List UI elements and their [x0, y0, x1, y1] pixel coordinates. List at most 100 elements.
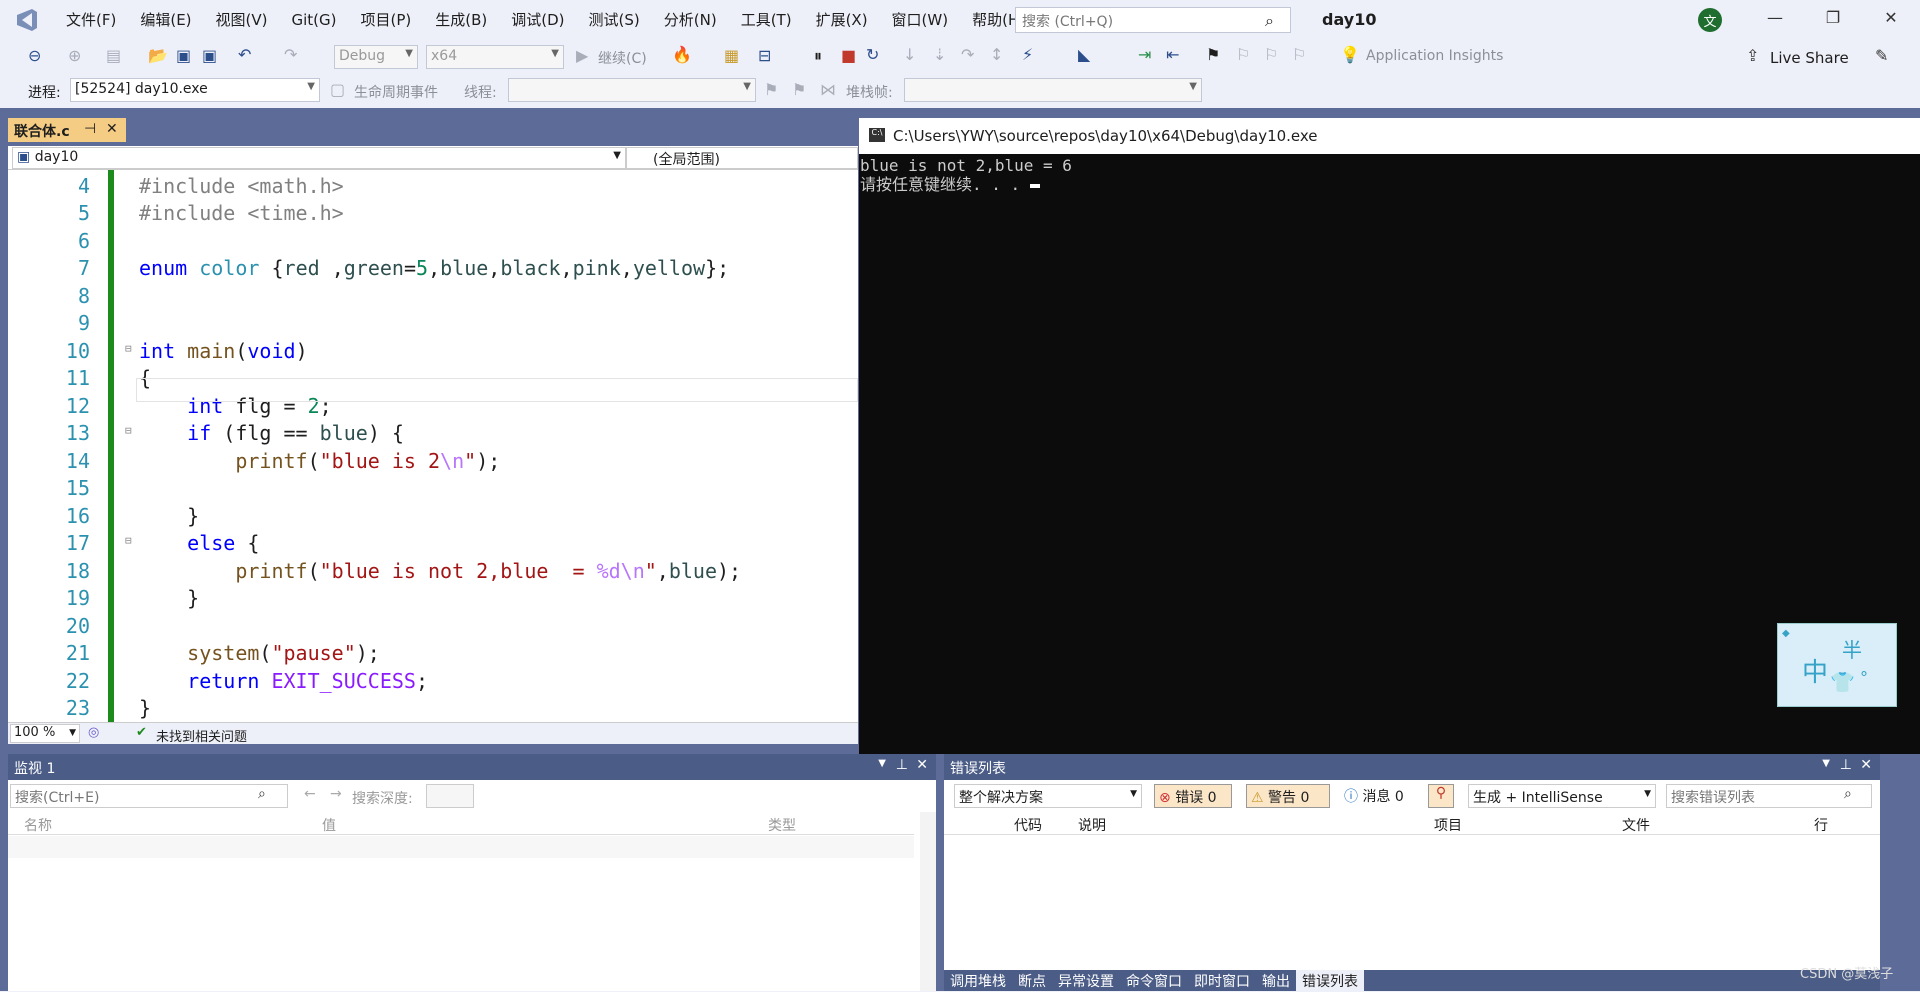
scrollbar[interactable] [920, 812, 936, 991]
console-output[interactable]: blue is not 2,blue = 6 请按任意键继续. . . [859, 154, 1920, 754]
console-window-title[interactable]: C:\ C:\Users\YWY\source\repos\day10\x64\… [859, 118, 1920, 154]
clear-bookmarks-icon[interactable]: ⚐ [1292, 45, 1306, 64]
column-code[interactable]: 代码 [1014, 815, 1042, 835]
prev-bookmark-icon[interactable]: ⚐ [1236, 45, 1250, 64]
stack-frame-select[interactable]: ▼ [904, 78, 1202, 102]
search-icon[interactable]: ⌕ [1265, 11, 1274, 31]
lightbulb-icon[interactable]: 💡 [1340, 45, 1360, 64]
menu-build[interactable]: 生成(B) [423, 0, 499, 40]
filter-icon[interactable]: ⚲ [1428, 784, 1454, 808]
user-avatar[interactable]: 文 [1698, 8, 1722, 32]
menu-edit[interactable]: 编辑(E) [128, 0, 203, 40]
error-source-select[interactable]: 生成 + IntelliSense ▼ [1468, 784, 1656, 808]
diagnostics-icon[interactable]: ⚡ [1022, 45, 1033, 64]
process-select[interactable]: [52524] day10.exe ▼ [70, 78, 320, 102]
menu-test[interactable]: 测试(S) [577, 0, 652, 40]
tab-immediate-window[interactable]: 即时窗口 [1188, 970, 1256, 992]
close-icon[interactable]: ✕ [916, 757, 928, 773]
column-description[interactable]: 说明 [1078, 815, 1106, 835]
configuration-select[interactable]: Debug ▼ [334, 45, 418, 69]
undo-icon[interactable]: ↶ [238, 45, 251, 64]
outdent-icon[interactable]: ⇤ [1166, 45, 1179, 64]
column-value[interactable]: 值 [322, 815, 336, 835]
share-icon[interactable]: ⇪ [1746, 46, 1759, 65]
navigate-back-icon[interactable]: ⊖ [28, 46, 41, 65]
show-next-statement-icon[interactable]: ↕ [990, 45, 1003, 64]
pin-icon[interactable]: ⊥ [1840, 757, 1852, 773]
menu-git[interactable]: Git(G) [280, 0, 349, 40]
tab-exception-settings[interactable]: 异常设置 [1052, 970, 1120, 992]
hot-reload-icon[interactable]: 🔥 [672, 45, 692, 64]
column-type[interactable]: 类型 [768, 815, 796, 835]
indent-icon[interactable]: ⇥ [1138, 45, 1151, 64]
continue-button[interactable]: 继续(C) [598, 48, 647, 68]
step-out-icon[interactable]: ↷ [961, 45, 974, 64]
filter-threads-icon[interactable]: ⚑ [792, 80, 806, 99]
watch-search-input[interactable]: 搜索(Ctrl+E) [10, 784, 288, 808]
bookmark-icon[interactable]: ⚑ [1206, 45, 1220, 64]
column-project[interactable]: 项目 [1434, 815, 1462, 835]
thread-select[interactable]: ▼ [508, 78, 756, 102]
expand-callstack-icon[interactable]: ⋈ [820, 80, 836, 99]
global-search-input[interactable]: 搜索 (Ctrl+Q) [1015, 7, 1291, 33]
platform-select[interactable]: x64 ▼ [426, 45, 564, 69]
live-share-button[interactable]: Live Share [1770, 49, 1849, 67]
menu-project[interactable]: 项目(P) [349, 0, 424, 40]
tab-editor-file[interactable]: 联合体.c ⊣ ✕ [8, 118, 126, 142]
redo-icon[interactable]: ↷ [284, 45, 297, 64]
search-icon[interactable]: ⌕ [258, 786, 266, 802]
close-icon[interactable]: ✕ [1878, 8, 1904, 32]
new-project-icon[interactable]: ▤ [106, 46, 121, 65]
close-tab-icon[interactable]: ✕ [106, 121, 118, 137]
save-icon[interactable]: ▣ [176, 46, 191, 65]
back-arrow-icon[interactable]: ← [304, 786, 316, 802]
collapse-icon[interactable]: ⊟ [125, 534, 132, 547]
code-editor[interactable]: 4 5 6 7 8 9 10 11 12 13 14 15 16 17 18 1… [8, 170, 858, 722]
step-over-icon[interactable]: ⇣ [933, 45, 946, 64]
folder-icon[interactable]: ▦ [724, 46, 739, 65]
flag-icon[interactable]: ⚑ [764, 80, 778, 99]
restore-icon[interactable]: ❐ [1820, 8, 1846, 32]
column-name[interactable]: 名称 [24, 815, 52, 835]
search-icon[interactable]: ⌕ [1844, 786, 1852, 802]
play-icon[interactable]: ▶ [576, 46, 588, 65]
column-file[interactable]: 文件 [1622, 815, 1650, 835]
menu-file[interactable]: 文件(F) [54, 0, 128, 40]
issues-status[interactable]: 未找到相关问题 [156, 726, 247, 745]
menu-extensions[interactable]: 扩展(X) [804, 0, 880, 40]
menu-debug[interactable]: 调试(D) [499, 0, 576, 40]
tab-output[interactable]: 输出 [1256, 970, 1296, 992]
close-icon[interactable]: ✕ [1860, 757, 1872, 773]
pin-icon[interactable]: ⊣ [84, 121, 96, 137]
forward-arrow-icon[interactable]: → [330, 786, 342, 802]
tab-call-stack[interactable]: 调用堆栈 [944, 970, 1012, 992]
feedback-icon[interactable]: ✎ [1875, 46, 1888, 65]
window-layout-icon[interactable]: ⊟ [758, 46, 771, 65]
intellicode-icon[interactable]: ◎ [88, 725, 99, 740]
open-file-icon[interactable]: 📂 [148, 46, 168, 65]
tab-error-list[interactable]: 错误列表 [1296, 970, 1364, 992]
application-insights-button[interactable]: Application Insights [1366, 48, 1503, 64]
dropdown-icon[interactable]: ▼ [1822, 758, 1830, 769]
collapse-icon[interactable]: ⊟ [125, 342, 132, 355]
next-bookmark-icon[interactable]: ⚐ [1264, 45, 1278, 64]
error-search-input[interactable]: 搜索错误列表 [1666, 784, 1872, 808]
pause-icon[interactable]: ⏸ [814, 46, 822, 66]
errors-filter-button[interactable]: ⊗ 错误 0 [1154, 784, 1232, 808]
menu-tools[interactable]: 工具(T) [729, 0, 804, 40]
menu-view[interactable]: 视图(V) [204, 0, 280, 40]
search-depth-select[interactable] [426, 784, 474, 808]
lifecycle-events-button[interactable]: 生命周期事件 [354, 82, 438, 102]
stop-icon[interactable]: ■ [841, 46, 856, 65]
messages-filter-button[interactable]: ⓘ 消息 0 [1340, 784, 1418, 808]
watch-empty-row[interactable] [8, 836, 914, 858]
column-line[interactable]: 行 [1814, 815, 1828, 835]
tab-command-window[interactable]: 命令窗口 [1120, 970, 1188, 992]
pin-icon[interactable]: ⊥ [896, 757, 908, 773]
ime-status-widget[interactable]: ◆ 中 半 👕 ° [1777, 623, 1897, 707]
zoom-select[interactable]: 100 % ▼ [10, 724, 80, 743]
navigate-forward-icon[interactable]: ⊕ [68, 46, 81, 65]
breakpoint-icon[interactable]: ◣ [1078, 45, 1090, 64]
project-select[interactable]: ▣ day10 ▼ [12, 147, 626, 169]
collapse-icon[interactable]: ⊟ [125, 424, 132, 437]
